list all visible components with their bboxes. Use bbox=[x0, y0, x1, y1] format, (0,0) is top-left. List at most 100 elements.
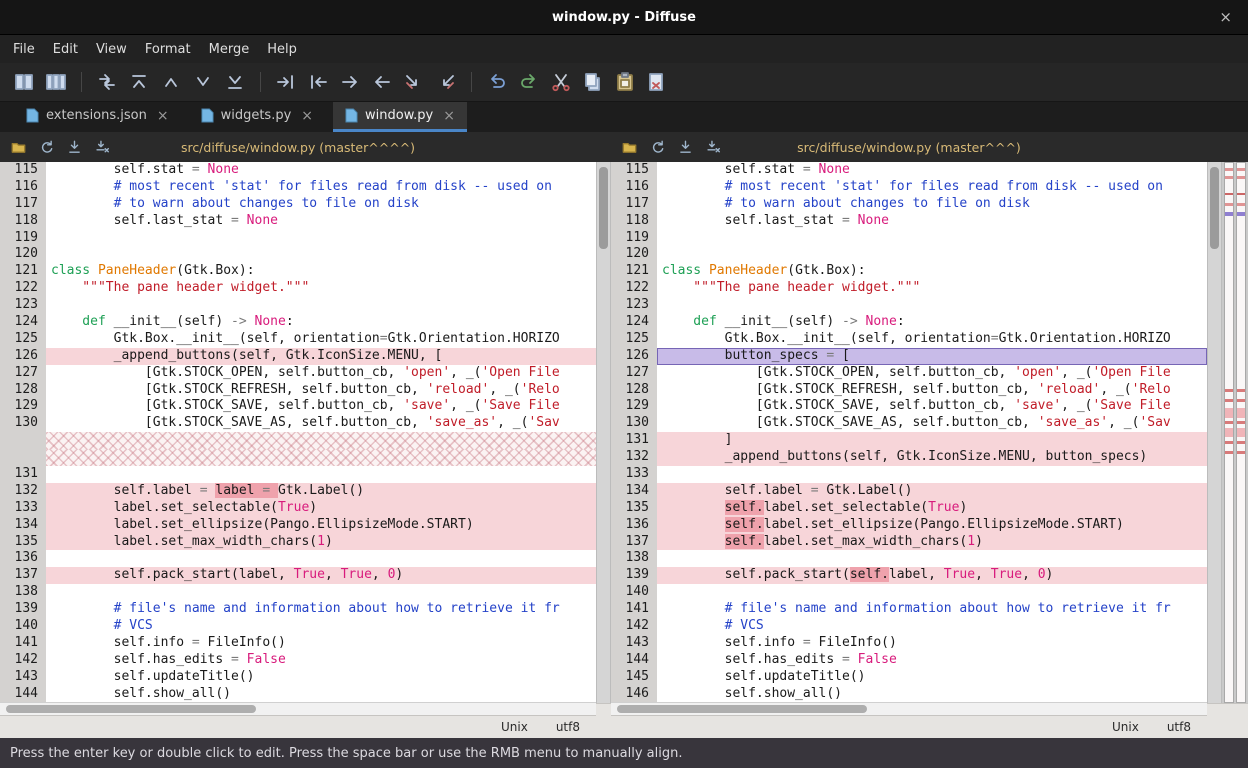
code-line[interactable]: 119 bbox=[611, 230, 1207, 247]
code-line[interactable]: 127 [Gtk.STOCK_OPEN, self.button_cb, 'op… bbox=[0, 365, 596, 382]
code-line[interactable]: 124 def __init__(self) -> None: bbox=[611, 314, 1207, 331]
first-difference-button[interactable] bbox=[124, 68, 154, 96]
code-view[interactable]: 115 self.stat = None116 # most recent 's… bbox=[611, 162, 1207, 702]
code-line[interactable]: 122 """The pane header widget.""" bbox=[611, 280, 1207, 297]
open-folder-icon[interactable] bbox=[617, 135, 642, 159]
code-line[interactable]: 115 self.stat = None bbox=[611, 162, 1207, 179]
reload-file-icon[interactable] bbox=[645, 135, 670, 159]
vertical-scrollbar-thumb[interactable] bbox=[599, 167, 608, 248]
code-line[interactable]: 129 [Gtk.STOCK_SAVE, self.button_cb, 'sa… bbox=[611, 398, 1207, 415]
paste-button[interactable] bbox=[610, 68, 640, 96]
merge-from-right-then-left-button[interactable] bbox=[431, 68, 461, 96]
code-line[interactable]: 120 bbox=[611, 246, 1207, 263]
copy-selection-left-button[interactable] bbox=[303, 68, 333, 96]
code-line[interactable]: 133 bbox=[611, 466, 1207, 483]
window-close-button[interactable]: × bbox=[1219, 8, 1232, 26]
code-line[interactable]: 126 button_specs = [ bbox=[611, 348, 1207, 365]
horizontal-scrollbar-thumb[interactable] bbox=[6, 705, 256, 713]
code-line[interactable]: 134 self.label = Gtk.Label() bbox=[611, 483, 1207, 500]
code-line[interactable]: 131 bbox=[0, 466, 596, 483]
tab-window.py[interactable]: window.py× bbox=[333, 102, 467, 132]
code-line[interactable]: 131 ] bbox=[611, 432, 1207, 449]
merge-from-left-then-right-button[interactable] bbox=[399, 68, 429, 96]
code-line[interactable]: 116 # most recent 'stat' for files read … bbox=[0, 179, 596, 196]
vertical-scrollbar[interactable] bbox=[1207, 162, 1222, 703]
code-line[interactable]: 125 Gtk.Box.__init__(self, orientation=G… bbox=[611, 331, 1207, 348]
code-line[interactable]: 135 self.label.set_selectable(True) bbox=[611, 500, 1207, 517]
copy-left-into-selection-button[interactable] bbox=[335, 68, 365, 96]
code-line[interactable]: 117 # to warn about changes to file on d… bbox=[611, 196, 1207, 213]
diff-map[interactable] bbox=[1222, 132, 1248, 738]
code-line[interactable]: 134 label.set_ellipsize(Pango.EllipsizeM… bbox=[0, 517, 596, 534]
code-line[interactable] bbox=[0, 432, 596, 449]
code-view[interactable]: 115 self.stat = None116 # most recent 's… bbox=[0, 162, 596, 702]
clear-edits-button[interactable] bbox=[642, 68, 672, 96]
cut-button[interactable] bbox=[546, 68, 576, 96]
code-line[interactable]: 123 bbox=[611, 297, 1207, 314]
copy-right-into-selection-button[interactable] bbox=[367, 68, 397, 96]
copy-selection-right-button[interactable] bbox=[271, 68, 301, 96]
code-line[interactable]: 146 self.show_all() bbox=[611, 686, 1207, 702]
horizontal-scrollbar-thumb[interactable] bbox=[617, 705, 867, 713]
code-line[interactable]: 140 # VCS bbox=[0, 618, 596, 635]
code-line[interactable]: 116 # most recent 'stat' for files read … bbox=[611, 179, 1207, 196]
new-3way-file-merge-button[interactable] bbox=[41, 68, 71, 96]
code-line[interactable]: 142 # VCS bbox=[611, 618, 1207, 635]
open-folder-icon[interactable] bbox=[6, 135, 31, 159]
code-line[interactable]: 127 [Gtk.STOCK_OPEN, self.button_cb, 'op… bbox=[611, 365, 1207, 382]
code-line[interactable]: 117 # to warn about changes to file on d… bbox=[0, 196, 596, 213]
menu-item-help[interactable]: Help bbox=[258, 38, 306, 61]
menu-item-edit[interactable]: Edit bbox=[44, 38, 87, 61]
code-line[interactable]: 142 self.has_edits = False bbox=[0, 652, 596, 669]
code-line[interactable]: 136 self.label.set_ellipsize(Pango.Ellip… bbox=[611, 517, 1207, 534]
diff-map-right-column[interactable] bbox=[1236, 162, 1246, 703]
code-line[interactable]: 137 self.pack_start(label, True, True, 0… bbox=[0, 567, 596, 584]
tab-close-icon[interactable]: × bbox=[443, 108, 455, 124]
code-line[interactable]: 121class PaneHeader(Gtk.Box): bbox=[611, 263, 1207, 280]
redo-button[interactable] bbox=[514, 68, 544, 96]
previous-difference-button[interactable] bbox=[156, 68, 186, 96]
code-line[interactable]: 138 bbox=[611, 550, 1207, 567]
code-line[interactable]: 128 [Gtk.STOCK_REFRESH, self.button_cb, … bbox=[0, 382, 596, 399]
code-line[interactable]: 126 _append_buttons(self, Gtk.IconSize.M… bbox=[0, 348, 596, 365]
reload-file-icon[interactable] bbox=[34, 135, 59, 159]
code-line[interactable]: 118 self.last_stat = None bbox=[0, 213, 596, 230]
menu-item-view[interactable]: View bbox=[87, 38, 136, 61]
next-difference-button[interactable] bbox=[188, 68, 218, 96]
code-line[interactable]: 139 # file's name and information about … bbox=[0, 601, 596, 618]
vertical-scrollbar-thumb[interactable] bbox=[1210, 167, 1219, 248]
code-line[interactable]: 141 # file's name and information about … bbox=[611, 601, 1207, 618]
horizontal-scrollbar[interactable] bbox=[0, 702, 596, 715]
code-line[interactable]: 121class PaneHeader(Gtk.Box): bbox=[0, 263, 596, 280]
tab-widgets.py[interactable]: widgets.py× bbox=[189, 102, 325, 132]
menu-item-file[interactable]: File bbox=[4, 38, 44, 61]
save-file-icon[interactable] bbox=[673, 135, 698, 159]
tab-extensions.json[interactable]: extensions.json× bbox=[14, 102, 181, 132]
code-line[interactable]: 128 [Gtk.STOCK_REFRESH, self.button_cb, … bbox=[611, 382, 1207, 399]
menu-item-format[interactable]: Format bbox=[136, 38, 200, 61]
code-line[interactable]: 130 [Gtk.STOCK_SAVE_AS, self.button_cb, … bbox=[611, 415, 1207, 432]
titlebar[interactable]: window.py - Diffuse × bbox=[0, 0, 1248, 35]
code-line[interactable]: 133 label.set_selectable(True) bbox=[0, 500, 596, 517]
code-line[interactable]: 140 bbox=[611, 584, 1207, 601]
code-line[interactable]: 125 Gtk.Box.__init__(self, orientation=G… bbox=[0, 331, 596, 348]
undo-button[interactable] bbox=[482, 68, 512, 96]
code-line[interactable]: 135 label.set_max_width_chars(1) bbox=[0, 534, 596, 551]
code-line[interactable] bbox=[0, 449, 596, 466]
code-line[interactable]: 141 self.info = FileInfo() bbox=[0, 635, 596, 652]
code-line[interactable]: 137 self.label.set_max_width_chars(1) bbox=[611, 534, 1207, 551]
code-line[interactable]: 124 def __init__(self) -> None: bbox=[0, 314, 596, 331]
code-line[interactable]: 138 bbox=[0, 584, 596, 601]
diff-map-left-column[interactable] bbox=[1224, 162, 1234, 703]
code-line[interactable]: 144 self.has_edits = False bbox=[611, 652, 1207, 669]
code-line[interactable]: 139 self.pack_start(self.label, True, Tr… bbox=[611, 567, 1207, 584]
last-difference-button[interactable] bbox=[220, 68, 250, 96]
realign-all-button[interactable] bbox=[92, 68, 122, 96]
horizontal-scrollbar[interactable] bbox=[611, 702, 1207, 715]
code-line[interactable]: 145 self.updateTitle() bbox=[611, 669, 1207, 686]
code-line[interactable]: 143 self.info = FileInfo() bbox=[611, 635, 1207, 652]
save-file-icon[interactable] bbox=[62, 135, 87, 159]
code-line[interactable]: 120 bbox=[0, 246, 596, 263]
code-line[interactable]: 136 bbox=[0, 550, 596, 567]
vertical-scrollbar[interactable] bbox=[596, 162, 611, 703]
